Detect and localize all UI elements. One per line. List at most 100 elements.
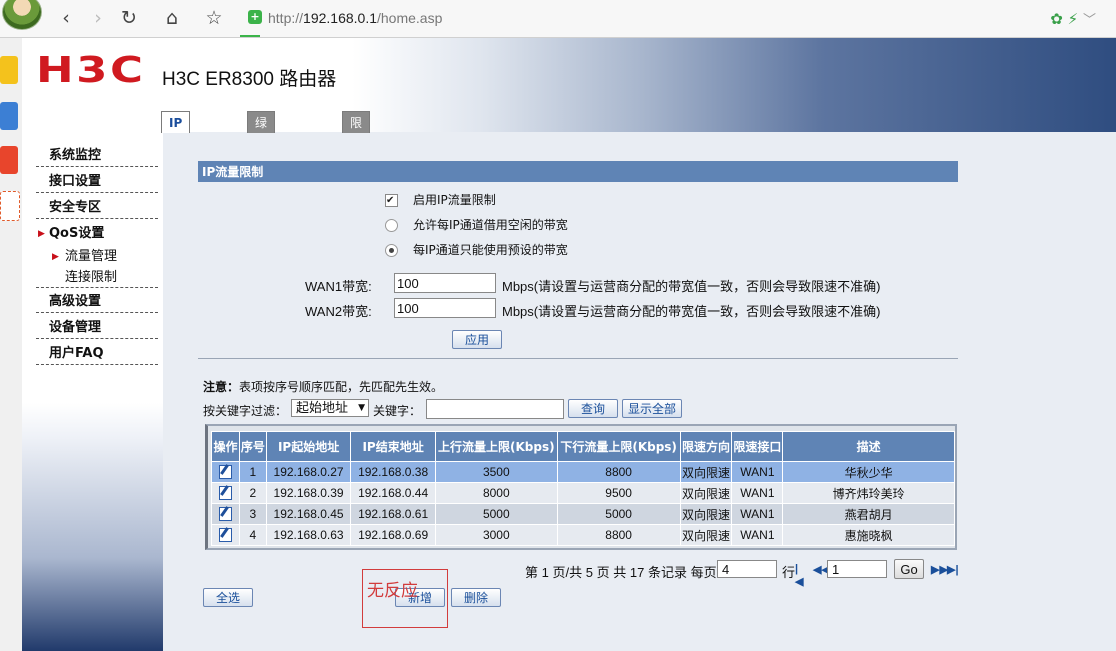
cell-ip-start: 192.168.0.27 bbox=[265, 461, 352, 483]
cell-no: 4 bbox=[238, 524, 267, 546]
back-icon[interactable]: ‹ bbox=[54, 6, 78, 30]
secure-shield-icon: + bbox=[248, 10, 262, 24]
cell-description: 燕君胡月 bbox=[782, 503, 955, 525]
cell-download: 5000 bbox=[556, 503, 681, 525]
pager-summary: 第 1 页/共 5 页 共 17 条记录 每页 bbox=[525, 565, 717, 580]
nav-interface-settings[interactable]: 接口设置 bbox=[36, 169, 158, 193]
cell-upload: 3500 bbox=[434, 461, 558, 483]
edit-icon[interactable] bbox=[218, 528, 232, 543]
filter-field-select[interactable]: 起始地址 ▼ bbox=[291, 399, 369, 417]
rows-unit-label: 行 bbox=[782, 565, 796, 580]
tab-ip-flow-limit[interactable]: IP流量限制 bbox=[161, 111, 191, 218]
nav-device-management[interactable]: 设备管理 bbox=[36, 315, 158, 339]
cell-no: 2 bbox=[238, 482, 267, 504]
nav-divider bbox=[36, 286, 158, 288]
nav-advanced-settings[interactable]: 高级设置 bbox=[36, 289, 158, 313]
cell-interface: WAN1 bbox=[731, 503, 784, 525]
weibo-icon[interactable] bbox=[0, 146, 18, 174]
rules-table-frame: 操作 序号 IP起始地址 IP结束地址 上行流量上限(Kbps) 下行流量上限(… bbox=[205, 424, 957, 550]
table-row[interactable]: 3 192.168.0.45 192.168.0.61 5000 5000 双向… bbox=[211, 503, 955, 525]
fixed-bandwidth-option[interactable]: 每IP通道只能使用预设的带宽 bbox=[385, 241, 685, 259]
expanded-arrow-icon: ▶ bbox=[38, 229, 45, 239]
edit-cell[interactable] bbox=[211, 482, 240, 504]
home-icon[interactable]: ⌂ bbox=[160, 6, 184, 30]
nav-sub-connection-limit[interactable]: 连接限制 bbox=[48, 268, 117, 288]
col-ip-end: IP结束地址 bbox=[350, 431, 436, 462]
rules-table: 操作 序号 IP起始地址 IP结束地址 上行流量上限(Kbps) 下行流量上限(… bbox=[211, 431, 955, 546]
go-button[interactable]: Go bbox=[894, 559, 924, 579]
product-title: H3C ER8300 路由器 bbox=[162, 69, 337, 90]
bookmark-star-icon[interactable]: ☆ bbox=[202, 6, 226, 30]
table-row[interactable]: 1 192.168.0.27 192.168.0.38 3500 8800 双向… bbox=[211, 461, 955, 483]
cell-upload: 5000 bbox=[434, 503, 558, 525]
wan2-label: WAN2带宽: bbox=[305, 304, 372, 319]
wan1-bandwidth-input[interactable]: 100 bbox=[394, 273, 496, 293]
enable-ip-limit-option[interactable]: 启用IP流量限制 bbox=[385, 191, 685, 210]
col-description: 描述 bbox=[782, 431, 955, 462]
section-title: IP流量限制 bbox=[198, 161, 958, 182]
first-page-icon[interactable]: |◀ bbox=[795, 563, 803, 588]
keyword-input[interactable] bbox=[426, 399, 564, 419]
next-page-icon[interactable]: ▶▶ bbox=[931, 563, 948, 576]
forward-icon[interactable]: › bbox=[86, 6, 110, 30]
cell-ip-start: 192.168.0.39 bbox=[265, 482, 352, 504]
table-row[interactable]: 2 192.168.0.39 192.168.0.44 8000 9500 双向… bbox=[211, 482, 955, 504]
last-page-icon[interactable]: ▶| bbox=[947, 563, 959, 576]
cell-description: 博齐炜玲美玲 bbox=[782, 482, 955, 504]
dropdown-chevron-icon[interactable]: ﹀ bbox=[1083, 13, 1096, 28]
favorites-star-icon[interactable] bbox=[0, 56, 18, 84]
cell-ip-start: 192.168.0.45 bbox=[265, 503, 352, 525]
nav-system-monitor[interactable]: 系统监控 bbox=[36, 143, 158, 167]
cell-download: 8800 bbox=[556, 524, 681, 546]
show-all-button[interactable]: 显示全部 bbox=[622, 399, 682, 418]
cell-upload: 8000 bbox=[434, 482, 558, 504]
edit-cell[interactable] bbox=[211, 461, 240, 483]
nav-qos-label: QoS设置 bbox=[49, 226, 105, 241]
apply-button[interactable]: 应用 bbox=[452, 330, 502, 349]
nav-user-faq[interactable]: 用户FAQ bbox=[36, 341, 158, 365]
mail-icon[interactable] bbox=[0, 191, 20, 221]
nav-security[interactable]: 安全专区 bbox=[36, 195, 158, 219]
page-load-progress bbox=[240, 35, 260, 37]
search-button[interactable]: 查询 bbox=[568, 399, 618, 418]
compat-mode-icon[interactable]: ✿ bbox=[1050, 10, 1063, 28]
goto-page-input[interactable]: 1 bbox=[827, 560, 887, 578]
tab-limit-channel[interactable]: 限制通道管理 bbox=[342, 111, 371, 240]
cell-download: 9500 bbox=[556, 482, 681, 504]
reading-list-icon[interactable] bbox=[0, 102, 18, 130]
cell-no: 1 bbox=[238, 461, 267, 483]
cell-description: 华秋少华 bbox=[782, 461, 955, 483]
col-download-limit: 下行流量上限(Kbps) bbox=[556, 431, 681, 462]
h3c-logo: H3C bbox=[36, 50, 146, 91]
edit-icon[interactable] bbox=[218, 465, 232, 480]
fixed-radio[interactable] bbox=[385, 244, 398, 257]
table-row[interactable]: 4 192.168.0.63 192.168.0.69 3000 8800 双向… bbox=[211, 524, 955, 546]
edit-cell[interactable] bbox=[211, 524, 240, 546]
section-divider bbox=[198, 358, 958, 359]
cell-direction: 双向限速 bbox=[679, 482, 733, 504]
per-page-input[interactable]: 4 bbox=[717, 560, 777, 578]
enable-label: 启用IP流量限制 bbox=[413, 193, 496, 207]
speed-mode-icon[interactable]: ⚡ bbox=[1068, 10, 1079, 28]
nav-sub-flow-management[interactable]: ▶ 流量管理 bbox=[48, 247, 117, 267]
delete-button[interactable]: 删除 bbox=[451, 588, 501, 607]
borrow-radio[interactable] bbox=[385, 219, 398, 232]
edit-icon[interactable] bbox=[218, 507, 232, 522]
edit-cell[interactable] bbox=[211, 503, 240, 525]
nav-qos-settings[interactable]: ▶ QoS设置 bbox=[36, 221, 158, 245]
address-tools[interactable]: ✿ ⚡ ﹀ bbox=[1050, 9, 1096, 28]
select-all-button[interactable]: 全选 bbox=[203, 588, 253, 607]
borrow-bandwidth-option[interactable]: 允许每IP通道借用空闲的带宽 bbox=[385, 216, 685, 234]
edit-icon[interactable] bbox=[218, 486, 232, 501]
col-upload-limit: 上行流量上限(Kbps) bbox=[434, 431, 558, 462]
cell-ip-end: 192.168.0.38 bbox=[350, 461, 436, 483]
cell-ip-end: 192.168.0.61 bbox=[350, 503, 436, 525]
wan2-bandwidth-input[interactable]: 100 bbox=[394, 298, 496, 318]
address-bar[interactable]: + http://192.168.0.1/home.asp ✿ ⚡ ﹀ bbox=[240, 4, 1110, 32]
keyword-label: 关键字： bbox=[373, 404, 422, 418]
url-text: http://192.168.0.1/home.asp bbox=[268, 10, 443, 26]
enable-checkbox[interactable] bbox=[385, 192, 398, 210]
reload-icon[interactable]: ↻ bbox=[117, 6, 141, 30]
user-avatar[interactable] bbox=[2, 0, 42, 30]
tab-green-channel[interactable]: 绿色通道管理 bbox=[247, 111, 276, 240]
